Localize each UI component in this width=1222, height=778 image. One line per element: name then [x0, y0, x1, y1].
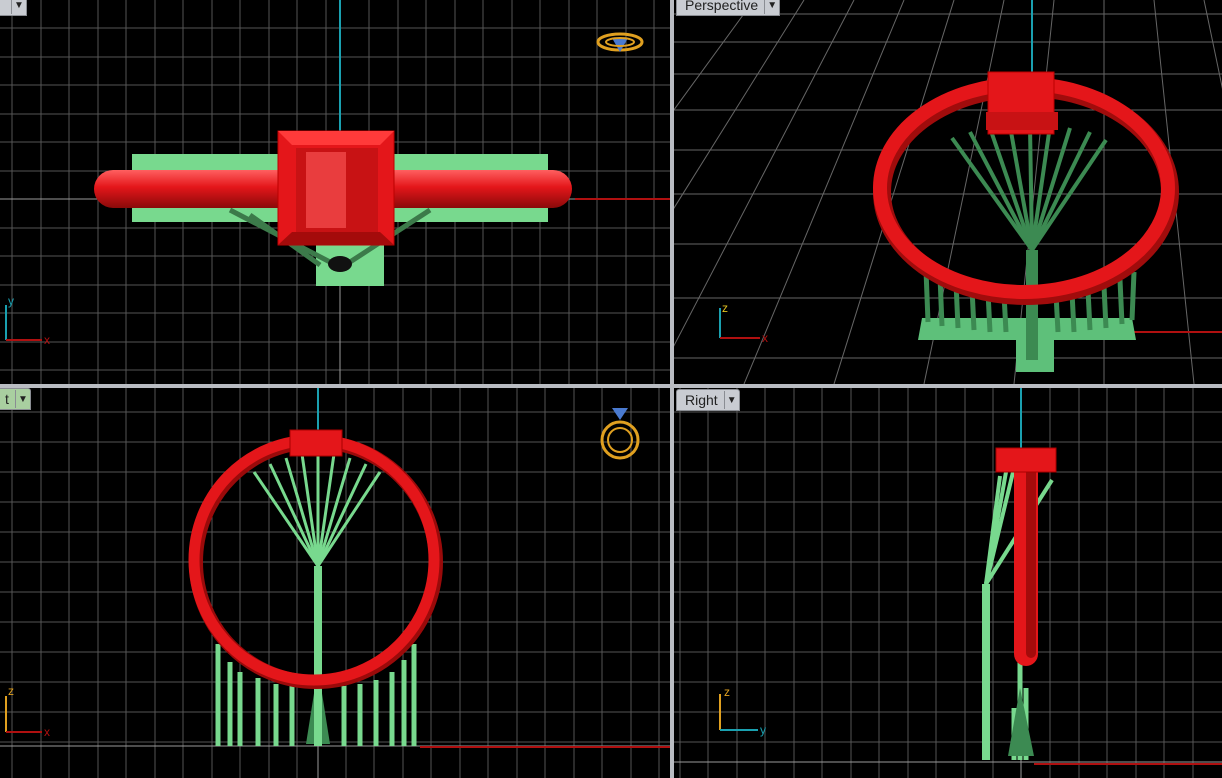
top-view-canvas[interactable]: y x	[0, 0, 670, 384]
ring-front-widget-icon[interactable]	[600, 408, 640, 460]
chevron-down-icon[interactable]: ▼	[11, 0, 26, 14]
axis-gizmo-top	[5, 305, 42, 341]
ring-top-widget-icon[interactable]	[596, 32, 644, 52]
axis-label-vertical: z	[724, 685, 730, 699]
chevron-down-icon[interactable]: ▼	[723, 391, 739, 409]
front-view-canvas[interactable]: z x	[0, 388, 670, 778]
chevron-down-icon[interactable]: ▼	[14, 390, 30, 408]
support-tree[interactable]	[950, 125, 1108, 252]
ring-head[interactable]	[995, 447, 1057, 473]
axis-gizmo-front	[5, 696, 42, 733]
chevron-down-icon[interactable]: ▼	[764, 0, 779, 14]
support-tree[interactable]	[252, 452, 382, 567]
axis-label-horizontal: x	[44, 725, 50, 739]
tab-front-view[interactable]: t ▼	[0, 388, 31, 410]
perspective-view-canvas[interactable]: z x	[674, 0, 1222, 384]
support-trunk[interactable]	[1026, 250, 1038, 360]
right-grid-major	[674, 388, 1222, 778]
ring-head-bevel-top	[278, 131, 394, 145]
tab-top-view[interactable]: ▼	[0, 0, 27, 16]
support-trunk[interactable]	[314, 566, 322, 746]
tab-right-view[interactable]: Right ▼	[676, 389, 740, 411]
axis-label-horizontal: x	[762, 331, 768, 345]
support-trunk[interactable]	[982, 584, 990, 760]
viewport-splitter-vertical[interactable]	[670, 0, 674, 778]
viewport-front[interactable]: z x t ▼	[0, 388, 670, 778]
viewport-top[interactable]: y x ▼	[0, 0, 670, 384]
tab-label: Right	[685, 392, 718, 408]
viewport-splitter-horizontal[interactable]	[0, 384, 1222, 388]
axis-label-vertical: z	[722, 301, 728, 315]
right-grid	[674, 388, 1222, 778]
tab-perspective-view[interactable]: Perspective ▼	[676, 0, 781, 16]
viewport-right[interactable]: z y Right ▼	[674, 388, 1222, 778]
ring-head-gallery	[986, 112, 1058, 130]
support-hub	[328, 256, 352, 272]
right-view-canvas[interactable]: z y	[674, 388, 1222, 778]
ring-band-shade	[1026, 468, 1036, 658]
stone-highlight	[306, 152, 346, 228]
ring-head[interactable]	[289, 429, 343, 457]
ring-head-bevel-bottom	[278, 232, 394, 245]
axis-label-vertical: y	[8, 294, 14, 308]
tab-label: t	[5, 391, 9, 407]
axis-label-horizontal: x	[44, 333, 50, 347]
tab-label: Perspective	[685, 0, 759, 13]
axis-label-horizontal: y	[760, 723, 766, 737]
viewport-perspective[interactable]: z x Perspective ▼	[674, 0, 1222, 384]
axis-label-vertical: z	[8, 684, 14, 698]
